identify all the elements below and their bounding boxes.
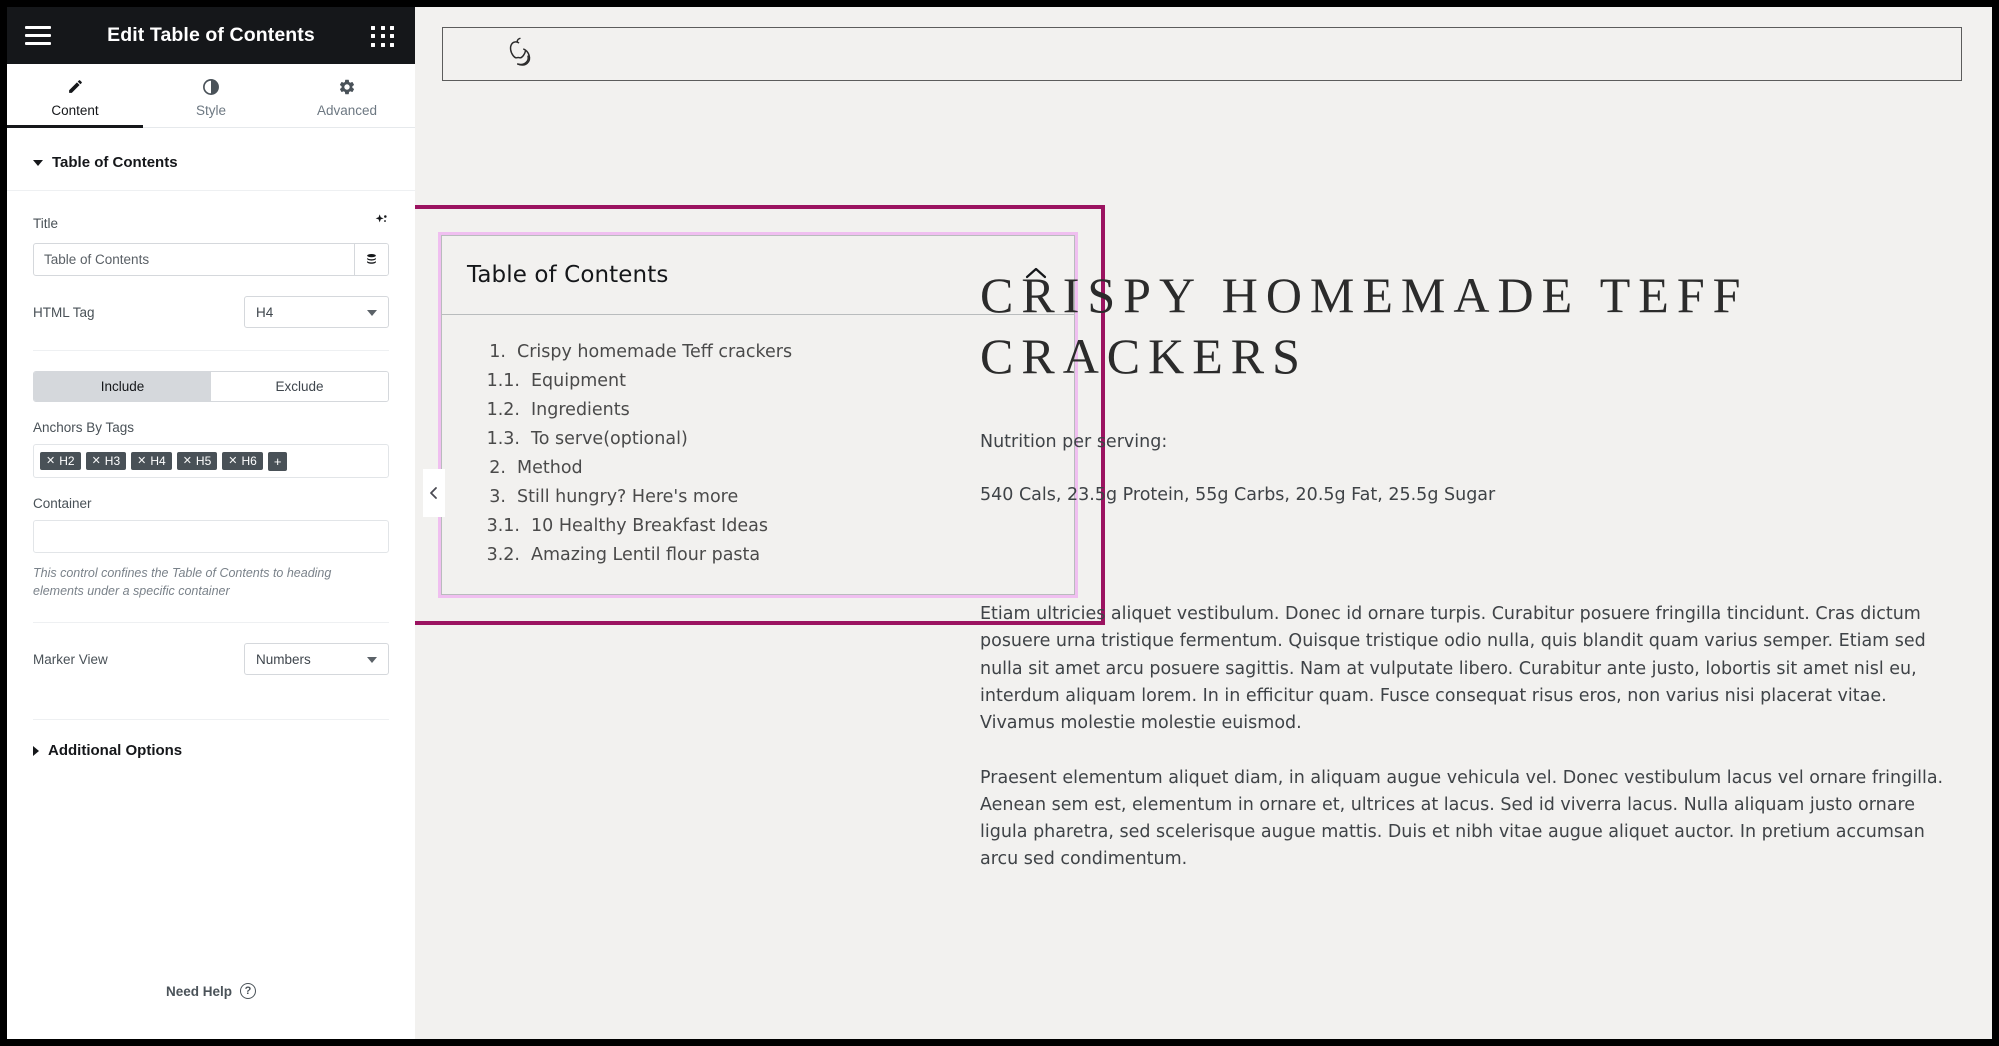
toc-item-label: Crispy homemade Teff crackers — [517, 341, 793, 362]
tab-advanced[interactable]: Advanced — [279, 64, 415, 127]
tag-chip-label: H4 — [150, 454, 166, 468]
control-marker-view: Marker View Numbers — [7, 643, 415, 676]
panel-header: Edit Table of Contents — [7, 7, 415, 64]
gear-icon — [338, 77, 356, 96]
marker-view-select[interactable]: Numbers — [244, 643, 389, 676]
elementor-editor-panel: Edit Table of Contents Content Style Adv… — [7, 7, 415, 1039]
toc-item-label: 10 Healthy Breakfast Ideas — [531, 515, 768, 536]
anchors-label: Anchors By Tags — [33, 420, 135, 435]
contrast-half-circle-icon — [202, 77, 220, 96]
editor-screen: Edit Table of Contents Content Style Adv… — [0, 0, 1999, 1046]
toc-item-marker: 1.2. — [486, 399, 520, 420]
toc-item-label: Ingredients — [531, 399, 630, 420]
marker-view-value: Numbers — [256, 651, 311, 667]
panel-body: Table of Contents Title Table of Content… — [7, 128, 415, 1039]
hamburger-icon[interactable] — [25, 26, 51, 45]
toc-item-marker: 3.1. — [486, 515, 520, 536]
container-label: Container — [33, 496, 92, 511]
article-title: Crispy homemade Teff crackers — [980, 267, 1749, 384]
nutrition-label: Nutrition per serving: — [980, 432, 1168, 452]
panel-title: Edit Table of Contents — [107, 24, 315, 46]
article-paragraph: Praesent elementum aliquet diam, in aliq… — [980, 767, 1944, 870]
include-button[interactable]: Include — [34, 372, 211, 401]
close-icon[interactable]: ✕ — [183, 455, 192, 467]
site-header-bar — [442, 27, 1962, 81]
caret-right-icon — [33, 745, 39, 756]
toc-item-label: Amazing Lentil flour pasta — [531, 544, 761, 565]
panel-spacer — [7, 781, 415, 961]
html-tag-select[interactable]: H4 — [244, 296, 389, 328]
toc-item-label: Still hungry? Here's more — [517, 486, 739, 507]
apple-banana-logo-icon[interactable] — [498, 33, 540, 75]
need-help-label: Need Help — [165, 983, 233, 999]
tag-chip[interactable]: ✕ H2 — [40, 452, 81, 470]
tab-content-label: Content — [51, 103, 99, 118]
toc-item-label: To serve(optional) — [531, 428, 688, 449]
tag-chip-label: H5 — [195, 454, 212, 468]
preview-canvas: Table of Contents 1. Crispy homemade Tef… — [415, 7, 1992, 1039]
add-tag-button[interactable]: + — [267, 451, 288, 471]
caret-down-icon — [33, 159, 43, 166]
section-title: Table of Contents — [52, 154, 178, 171]
container-input[interactable] — [33, 520, 389, 553]
tag-chip-label: H2 — [59, 454, 75, 468]
collapse-panel-button[interactable] — [423, 469, 445, 517]
chevron-down-icon — [367, 657, 377, 664]
article-content: Crispy homemade Teff crackers Nutrition … — [980, 265, 1960, 873]
panel-tabs: Content Style Advanced — [7, 64, 415, 128]
sparkle-ai-icon[interactable] — [373, 213, 389, 234]
toc-item-marker: 1.3. — [486, 428, 520, 449]
control-title: Title — [7, 191, 415, 276]
toc-item-label: Method — [517, 457, 583, 478]
marker-view-label: Marker View — [33, 651, 108, 667]
anchor-tags-field[interactable]: ✕ H2 ✕ H3 ✕ H4 ✕ H5 ✕ H6 + — [33, 444, 389, 478]
title-input[interactable] — [34, 244, 354, 275]
toc-item-marker: 3.2. — [486, 544, 520, 565]
tag-chip[interactable]: ✕ H6 — [222, 452, 263, 470]
pencil-icon — [67, 77, 84, 96]
database-stack-icon[interactable] — [354, 244, 388, 275]
need-help-link[interactable]: Need Help ? — [7, 961, 415, 1039]
grid-apps-icon[interactable] — [371, 23, 397, 49]
section-toggle-additional-options[interactable]: Additional Options — [7, 720, 415, 781]
tag-chip[interactable]: ✕ H4 — [131, 452, 172, 470]
exclude-button[interactable]: Exclude — [211, 372, 388, 401]
html-tag-label: HTML Tag — [33, 304, 95, 320]
tag-chip[interactable]: ✕ H3 — [85, 452, 127, 470]
tag-chip-label: H6 — [241, 454, 257, 468]
section-toggle-table-of-contents[interactable]: Table of Contents — [7, 128, 415, 191]
tab-advanced-label: Advanced — [316, 103, 378, 118]
close-icon[interactable]: ✕ — [46, 455, 55, 467]
tag-chip-label: H3 — [104, 454, 121, 468]
close-icon[interactable]: ✕ — [228, 455, 237, 467]
close-icon[interactable]: ✕ — [137, 455, 146, 467]
html-tag-value: H4 — [256, 304, 274, 320]
tag-chip[interactable]: ✕ H5 — [176, 452, 218, 470]
title-label: Title — [33, 216, 59, 231]
toc-item-marker: 1. — [489, 341, 506, 362]
control-anchors-by-tags: Anchors By Tags ✕ H2 ✕ H3 ✕ H4 ✕ H5 ✕ H6… — [7, 420, 415, 478]
tab-style-label: Style — [195, 103, 226, 118]
control-html-tag: HTML Tag H4 — [7, 296, 415, 328]
toc-item-label: Equipment — [531, 370, 626, 391]
additional-options-label: Additional Options — [48, 742, 183, 760]
control-container: Container This control confines the Tabl… — [7, 496, 415, 600]
tab-style[interactable]: Style — [143, 64, 279, 127]
toc-item-marker: 1.1. — [486, 370, 520, 391]
control-include-exclude: Include Exclude — [7, 351, 415, 402]
include-exclude-toggle: Include Exclude — [33, 371, 389, 402]
divider — [33, 622, 389, 624]
question-circle-icon: ? — [240, 983, 257, 999]
article-paragraph: Etiam ultricies aliquet vestibulum. Done… — [980, 604, 1926, 733]
nutrition-values: 540 Cals, 23.5g Protein, 55g Carbs, 20.5… — [980, 485, 1496, 506]
container-help-text: This control confines the Table of Conte… — [33, 566, 332, 599]
chevron-down-icon — [367, 310, 377, 316]
toc-item-marker: 2. — [489, 457, 506, 478]
close-icon[interactable]: ✕ — [92, 455, 101, 467]
toc-item-marker: 3. — [489, 486, 506, 507]
toc-title: Table of Contents — [467, 262, 669, 288]
title-input-wrapper — [33, 243, 389, 276]
tab-content[interactable]: Content — [7, 64, 143, 128]
